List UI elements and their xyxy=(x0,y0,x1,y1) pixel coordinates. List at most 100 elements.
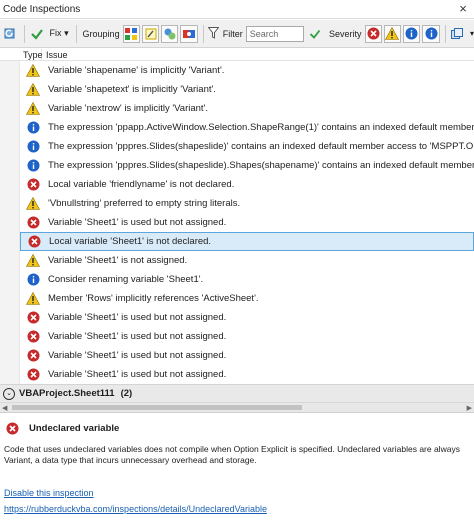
table-row[interactable]: Member 'Rows' implicitly references 'Act… xyxy=(20,289,474,308)
severity-label: Severity xyxy=(329,28,362,39)
warning-icon xyxy=(26,197,40,211)
group-by-name-button[interactable] xyxy=(141,24,160,43)
scroll-left-icon[interactable]: ◀ xyxy=(2,404,7,412)
warning-icon xyxy=(26,292,40,306)
group-by-type-button[interactable] xyxy=(122,24,140,43)
error-icon xyxy=(26,349,40,363)
table-row[interactable]: The expression 'pppres.Slides(shapeslide… xyxy=(20,156,474,175)
issue-description: Local variable 'friendlyname' is not dec… xyxy=(48,179,235,190)
warning-icon xyxy=(26,64,40,78)
group-type-icon xyxy=(125,27,138,40)
chevron-down-icon[interactable]: ⌄ xyxy=(3,387,15,400)
warning-icon xyxy=(26,254,40,268)
group-severity-icon xyxy=(183,29,196,38)
issue-description: Variable 'nextrow' is implicitly 'Varian… xyxy=(48,103,209,114)
table-row[interactable]: Variable 'shapename' is implicitly 'Vari… xyxy=(20,61,474,80)
table-row[interactable]: The expression 'pppres.Slides(shapeslide… xyxy=(20,137,474,156)
issue-description: The expression 'ppapp.ActiveWindow.Selec… xyxy=(48,122,474,133)
issue-description: 'Vbnullstring' preferred to empty string… xyxy=(48,198,241,209)
issue-description: Variable 'Sheet1' is used but not assign… xyxy=(48,350,227,361)
info-icon xyxy=(405,27,418,40)
severity-warning-toggle[interactable] xyxy=(383,24,402,43)
group-name-icon xyxy=(145,28,157,39)
checkmark-icon xyxy=(310,29,321,39)
refresh-icon xyxy=(4,28,15,38)
grouping-label: Grouping xyxy=(82,28,120,39)
group-by-location-button[interactable] xyxy=(161,24,179,43)
fix-dropdown[interactable]: Fix ▾ xyxy=(50,28,69,39)
severity-error-toggle[interactable] xyxy=(364,24,382,43)
inspection-info-link[interactable]: https://rubberduckvba.com/inspections/de… xyxy=(4,504,267,514)
error-icon xyxy=(26,368,40,382)
issue-description: Variable 'shapetext' is implicitly 'Vari… xyxy=(48,84,216,95)
group-count: (2) xyxy=(120,388,133,399)
table-row[interactable]: Local variable 'Sheet1' is not declared. xyxy=(20,232,474,251)
issue-description: Variable 'shapename' is implicitly 'Vari… xyxy=(48,65,225,76)
disable-inspection-link[interactable]: Disable this inspection xyxy=(4,488,94,498)
details-title: Undeclared variable xyxy=(29,423,120,434)
issue-description: Consider renaming variable 'Sheet1'. xyxy=(48,274,204,285)
close-icon[interactable]: × xyxy=(456,1,470,17)
inspection-details-panel: Undeclared variable Code that uses undec… xyxy=(0,412,474,521)
toolbar-separator xyxy=(444,24,446,43)
table-row[interactable]: Variable 'Sheet1' is used but not assign… xyxy=(20,213,474,232)
window-title: Code Inspections xyxy=(3,3,81,15)
details-description: Code that uses undeclared variables does… xyxy=(4,444,460,465)
scroll-right-icon[interactable]: ▶ xyxy=(467,404,472,412)
filter-label: Filter xyxy=(222,28,243,39)
run-inspections-button[interactable] xyxy=(28,25,45,43)
error-icon xyxy=(26,311,40,325)
issue-description: Variable 'Sheet1' is used but not assign… xyxy=(48,369,227,380)
search-input[interactable] xyxy=(245,25,304,42)
column-header: Type Issue xyxy=(0,48,474,61)
table-row[interactable]: Local variable 'friendlyname' is not dec… xyxy=(20,175,474,194)
error-icon xyxy=(367,27,380,40)
details-header: Undeclared variable xyxy=(6,422,119,435)
fix-label: Fix xyxy=(49,28,62,38)
table-row[interactable]: 'Vbnullstring' preferred to empty string… xyxy=(20,194,474,213)
warning-icon xyxy=(26,83,40,97)
issue-description: The expression 'pppres.Slides(shapeslide… xyxy=(48,141,474,152)
title-bar: Code Inspections × xyxy=(0,0,474,19)
refresh-button[interactable] xyxy=(2,25,19,43)
issue-description: Variable 'Sheet1' is used but not assign… xyxy=(48,331,227,342)
error-icon xyxy=(27,235,41,249)
toolbar-separator xyxy=(75,24,77,43)
apply-filter-button[interactable] xyxy=(307,25,324,43)
info-icon xyxy=(26,140,40,154)
table-row[interactable]: The expression 'ppapp.ActiveWindow.Selec… xyxy=(20,118,474,137)
toolbar-separator xyxy=(24,24,26,43)
horizontal-scrollbar[interactable]: ◀ ▶ xyxy=(0,402,474,412)
table-row[interactable]: Variable 'Sheet1' is used but not assign… xyxy=(20,365,474,384)
toolbar-separator xyxy=(202,24,204,43)
severity-suggestion-toggle[interactable] xyxy=(403,24,421,43)
group-by-severity-button[interactable] xyxy=(180,24,198,43)
scrollbar-thumb[interactable] xyxy=(12,405,302,410)
info-icon xyxy=(425,27,438,40)
table-row[interactable]: Consider renaming variable 'Sheet1'. xyxy=(20,270,474,289)
filter-icon xyxy=(207,26,220,41)
info-icon xyxy=(26,159,40,173)
copy-icon xyxy=(451,27,464,39)
overflow-chevron-icon[interactable]: ▾ xyxy=(470,29,474,38)
info-icon xyxy=(26,273,40,287)
table-row[interactable]: Variable 'nextrow' is implicitly 'Varian… xyxy=(20,99,474,118)
error-icon xyxy=(6,422,19,435)
table-row[interactable]: Variable 'shapetext' is implicitly 'Vari… xyxy=(20,80,474,99)
table-row[interactable]: Variable 'Sheet1' is used but not assign… xyxy=(20,346,474,365)
group-name: VBAProject.Sheet111 xyxy=(19,388,115,399)
issue-description: Member 'Rows' implicitly references 'Act… xyxy=(48,293,259,304)
group-header[interactable]: ⌄ VBAProject.Sheet111 (2) xyxy=(0,384,474,402)
severity-hint-toggle[interactable] xyxy=(422,24,440,43)
inspection-results-list: Variable 'shapename' is implicitly 'Vari… xyxy=(0,61,474,384)
table-row[interactable]: Variable 'Sheet1' is used but not assign… xyxy=(20,327,474,346)
copy-results-button[interactable] xyxy=(449,25,466,43)
warning-icon xyxy=(26,102,40,116)
table-row[interactable]: Variable 'Sheet1' is not assigned. xyxy=(20,251,474,270)
issue-description: The expression 'pppres.Slides(shapeslide… xyxy=(48,160,474,171)
warning-icon xyxy=(385,27,400,40)
table-row[interactable]: Variable 'Sheet1' is used but not assign… xyxy=(20,308,474,327)
error-icon xyxy=(26,330,40,344)
column-issue[interactable]: Issue xyxy=(42,49,68,61)
column-type[interactable]: Type xyxy=(0,48,43,61)
